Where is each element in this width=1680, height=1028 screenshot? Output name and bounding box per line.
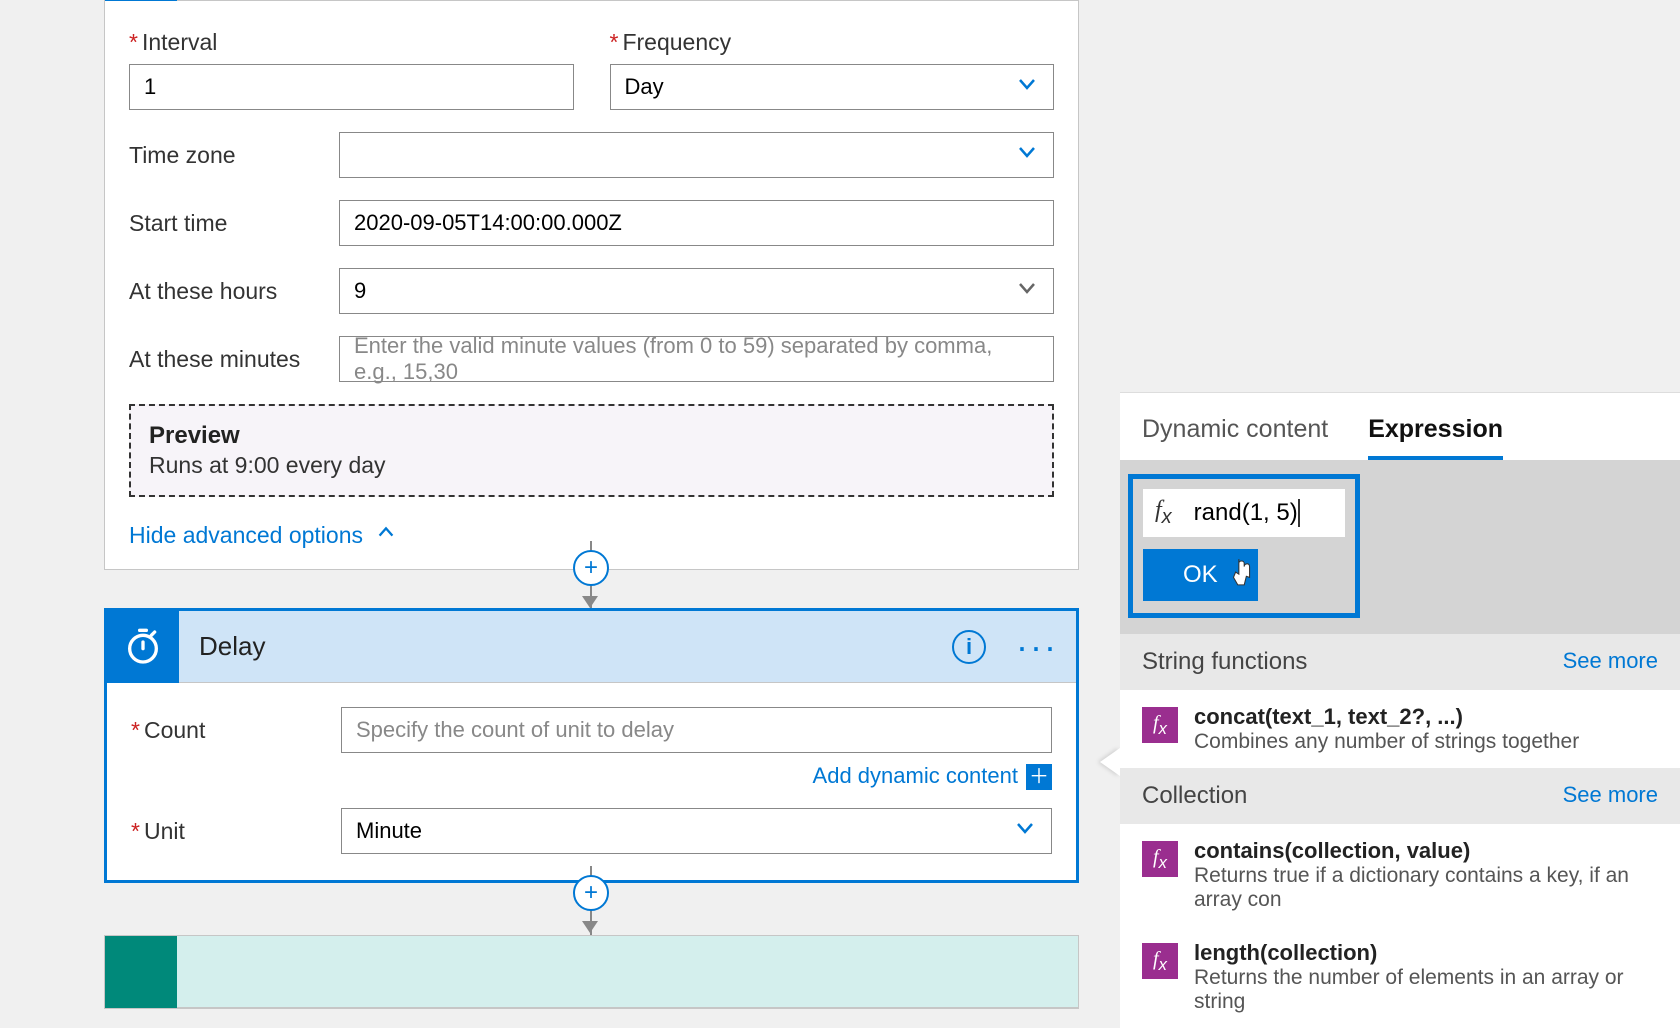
tab-dynamic-content[interactable]: Dynamic content: [1142, 415, 1328, 460]
starttime-input[interactable]: 2020-09-05T14:00:00.000Z: [339, 200, 1054, 246]
more-icon: ···: [1016, 629, 1058, 665]
timezone-select[interactable]: [339, 132, 1054, 178]
minutes-input[interactable]: Enter the valid minute values (from 0 to…: [339, 336, 1054, 382]
collection-header: Collection See more: [1120, 768, 1680, 824]
interval-input[interactable]: 1: [129, 64, 574, 110]
delay-info-button[interactable]: i: [952, 630, 986, 664]
next-icon-tile: [105, 936, 177, 1008]
tab-expression[interactable]: Expression: [1368, 415, 1503, 460]
chevron-down-icon: [1013, 816, 1037, 846]
add-step-button[interactable]: +: [573, 550, 609, 586]
func-length[interactable]: fx length(collection) Returns the number…: [1120, 926, 1680, 1028]
fx-icon: fx: [1155, 497, 1172, 529]
hours-select[interactable]: 9: [339, 268, 1054, 314]
delay-icon-tile: [107, 611, 179, 683]
delay-more-button[interactable]: ···: [1016, 629, 1058, 665]
func-description: Returns true if a dictionary contains a …: [1194, 864, 1658, 912]
see-more-string[interactable]: See more: [1563, 648, 1658, 676]
info-icon: i: [952, 630, 986, 664]
chevron-down-icon: [1015, 140, 1039, 170]
interval-label: *Interval: [129, 29, 574, 56]
func-signature: concat(text_1, text_2?, ...): [1194, 704, 1658, 730]
frequency-select[interactable]: Day: [610, 64, 1055, 110]
recurrence-icon-tile: [105, 0, 177, 1]
starttime-label: Start time: [129, 210, 339, 237]
func-concat[interactable]: fx concat(text_1, text_2?, ...) Combines…: [1120, 690, 1680, 768]
func-signature: contains(collection, value): [1194, 838, 1658, 864]
hide-advanced-toggle[interactable]: Hide advanced options: [129, 521, 397, 549]
pointer-cursor-icon: [1228, 557, 1254, 587]
add-dynamic-content-link[interactable]: Add dynamic content＋: [131, 763, 1052, 790]
expression-panel: Dynamic content Expression fx rand(1, 5)…: [1120, 392, 1680, 1028]
arrow-down-icon: [582, 596, 598, 608]
see-more-collection[interactable]: See more: [1563, 782, 1658, 810]
stopwatch-icon: [123, 627, 163, 667]
chevron-down-icon: [1015, 72, 1039, 102]
timezone-label: Time zone: [129, 142, 339, 169]
count-label: *Count: [131, 717, 341, 744]
delay-title: Delay: [199, 631, 265, 662]
next-card: [104, 935, 1079, 1009]
func-signature: length(collection): [1194, 940, 1658, 966]
func-description: Returns the number of elements in an arr…: [1194, 966, 1658, 1014]
preview-box: Preview Runs at 9:00 every day: [129, 404, 1054, 497]
count-input[interactable]: Specify the count of unit to delay: [341, 707, 1052, 753]
fx-badge-icon: fx: [1142, 707, 1178, 743]
recurrence-header[interactable]: Recurrence ···: [105, 0, 1078, 1]
fx-badge-icon: fx: [1142, 841, 1178, 877]
expression-highlight: fx rand(1, 5) OK: [1128, 474, 1360, 618]
hours-label: At these hours: [129, 278, 339, 305]
expression-input[interactable]: fx rand(1, 5): [1143, 489, 1345, 537]
arrow-down-icon: [582, 921, 598, 933]
fx-badge-icon: fx: [1142, 943, 1178, 979]
recurrence-card: Recurrence ··· *Interval 1 *Frequency Da…: [104, 0, 1079, 570]
callout-arrow-icon: [1100, 748, 1120, 776]
string-functions-header: String functions See more: [1120, 634, 1680, 690]
unit-select[interactable]: Minute: [341, 808, 1052, 854]
expression-ok-button[interactable]: OK: [1143, 549, 1258, 601]
chevron-down-icon: [1015, 276, 1039, 306]
preview-text: Runs at 9:00 every day: [149, 452, 1034, 479]
next-header[interactable]: [105, 936, 1078, 1008]
add-step-button[interactable]: +: [573, 875, 609, 911]
delay-header[interactable]: Delay i ···: [107, 611, 1076, 683]
func-contains[interactable]: fx contains(collection, value) Returns t…: [1120, 824, 1680, 926]
unit-label: *Unit: [131, 818, 341, 845]
delay-card: Delay i ··· *Count Specify the count of …: [104, 608, 1079, 883]
preview-title: Preview: [149, 422, 1034, 450]
chevron-up-icon: [375, 521, 397, 549]
plus-icon: ＋: [1026, 764, 1052, 790]
func-description: Combines any number of strings together: [1194, 730, 1658, 754]
frequency-label: *Frequency: [610, 29, 1055, 56]
minutes-label: At these minutes: [129, 346, 339, 373]
